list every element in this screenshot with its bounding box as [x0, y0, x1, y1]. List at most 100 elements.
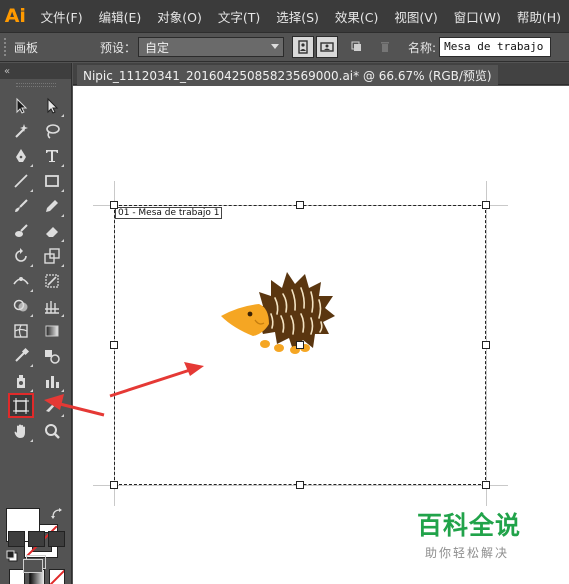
free-transform-icon — [45, 273, 59, 288]
scale-tool[interactable] — [39, 243, 65, 268]
tool-group-indicator — [61, 389, 64, 392]
menu-effect[interactable]: 效果(C) — [327, 7, 386, 26]
menu-window[interactable]: 窗口(W) — [446, 7, 509, 26]
draw-behind-button[interactable] — [28, 531, 45, 547]
type-t-icon — [46, 149, 58, 162]
none-slash-icon — [50, 570, 64, 584]
paintbrush-tool[interactable] — [8, 193, 34, 218]
default-fill-stroke-icon[interactable] — [6, 550, 18, 562]
tools-panel: « — [0, 63, 72, 584]
width-tool[interactable] — [8, 268, 34, 293]
menu-select[interactable]: 选择(S) — [268, 7, 327, 26]
screen-mode-button[interactable] — [23, 555, 46, 573]
perspective-grid-icon — [45, 300, 59, 314]
resize-handle-nw[interactable] — [110, 201, 118, 209]
selection-arrow-icon — [16, 97, 28, 114]
tools-panel-grip[interactable] — [16, 83, 56, 87]
pencil-tool[interactable] — [39, 193, 65, 218]
direct-selection-tool[interactable] — [39, 93, 65, 118]
rotate-tool[interactable] — [8, 243, 34, 268]
free-transform-tool[interactable] — [39, 268, 65, 293]
tool-group-indicator — [61, 264, 64, 267]
resize-handle-se[interactable] — [482, 481, 490, 489]
lasso-icon — [46, 123, 60, 139]
control-bar-grip[interactable] — [4, 38, 10, 56]
tool-group-indicator — [61, 414, 64, 417]
magic-wand-icon — [15, 123, 28, 138]
menu-edit[interactable]: 编辑(E) — [91, 7, 150, 26]
hedgehog-illustration[interactable] — [219, 268, 339, 362]
pen-tool[interactable] — [8, 143, 34, 168]
scale-icon — [44, 247, 60, 264]
menu-file[interactable]: 文件(F) — [31, 7, 91, 26]
selection-tool[interactable] — [8, 93, 34, 118]
artboard-name-input[interactable]: Mesa de trabajo 1 — [439, 37, 552, 57]
screen-mode-icon — [23, 559, 43, 573]
resize-handle-w[interactable] — [110, 341, 118, 349]
slice-tool[interactable] — [39, 393, 65, 418]
column-graph-icon — [46, 375, 59, 388]
symbol-sprayer-icon — [17, 374, 25, 388]
artboard-icon — [13, 397, 29, 414]
tool-group-indicator — [61, 314, 64, 317]
resize-handle-s[interactable] — [296, 481, 304, 489]
tools-panel-header: « — [0, 63, 71, 79]
landscape-button[interactable] — [316, 36, 339, 58]
blend-icon — [45, 349, 60, 364]
tool-group-indicator — [61, 114, 64, 117]
resize-handle-sw[interactable] — [110, 481, 118, 489]
delete-artboard-button[interactable] — [376, 38, 394, 56]
eraser-tool[interactable] — [39, 218, 65, 243]
document-tab[interactable]: Nipic_11120341_20160425085823569000.ai* … — [77, 65, 498, 85]
gradient-icon — [45, 325, 59, 336]
watermark-subtitle: 助你轻松解决 — [425, 546, 510, 560]
type-tool[interactable] — [39, 143, 65, 168]
rectangle-icon — [45, 174, 59, 187]
blob-brush-icon — [15, 223, 28, 237]
portrait-button[interactable] — [292, 36, 315, 58]
artboard-tool[interactable] — [8, 393, 34, 418]
lasso-tool[interactable] — [39, 118, 65, 143]
draw-inside-button[interactable] — [48, 531, 65, 547]
menu-object[interactable]: 对象(O) — [149, 7, 210, 26]
resize-handle-ne[interactable] — [482, 201, 490, 209]
new-artboard-button[interactable] — [348, 38, 366, 56]
gradient-tool[interactable] — [39, 318, 65, 343]
swap-fill-stroke-icon[interactable] — [50, 507, 64, 521]
menu-view[interactable]: 视图(V) — [386, 7, 445, 26]
column-graph-tool[interactable] — [39, 368, 65, 393]
tool-group-indicator — [61, 164, 64, 167]
rectangle-tool[interactable] — [39, 168, 65, 193]
menu-type[interactable]: 文字(T) — [210, 7, 268, 26]
blob-brush-tool[interactable] — [8, 218, 34, 243]
tool-group-indicator — [30, 364, 33, 367]
tool-group-indicator — [30, 439, 33, 442]
symbol-sprayer-tool[interactable] — [8, 368, 34, 393]
canvas[interactable]: 01 - Mesa de trabajo 1 百科全说 助你轻松解决 — [73, 86, 569, 584]
blend-tool[interactable] — [39, 343, 65, 368]
eyedropper-icon — [15, 347, 30, 362]
resize-handle-center[interactable] — [296, 341, 304, 349]
magic-wand-tool[interactable] — [8, 118, 34, 143]
eyedropper-tool[interactable] — [8, 343, 34, 368]
collapse-icon[interactable]: « — [4, 66, 10, 77]
shape-builder-tool[interactable] — [8, 293, 34, 318]
preset-select[interactable]: 自定 — [138, 37, 285, 57]
artboard-label: 01 - Mesa de trabajo 1 — [115, 207, 223, 219]
preset-label: 预设： — [100, 40, 137, 55]
chevron-down-icon — [271, 44, 280, 49]
resize-handle-e[interactable] — [482, 341, 490, 349]
perspective-grid-tool[interactable] — [39, 293, 65, 318]
line-segment-tool[interactable] — [8, 168, 34, 193]
none-mode-button[interactable] — [49, 569, 65, 584]
menu-help[interactable]: 帮助(H) — [509, 7, 569, 26]
app-logo[interactable]: Ai — [0, 0, 31, 32]
resize-handle-n[interactable] — [296, 201, 304, 209]
document-tab-bar: Nipic_11120341_20160425085823569000.ai* … — [73, 63, 569, 85]
tool-group-indicator — [30, 314, 33, 317]
draw-normal-button[interactable] — [8, 531, 25, 547]
mesh-tool[interactable] — [8, 318, 34, 343]
hand-tool[interactable] — [8, 418, 34, 443]
zoom-tool[interactable] — [39, 418, 65, 443]
landscape-icon — [320, 42, 334, 52]
